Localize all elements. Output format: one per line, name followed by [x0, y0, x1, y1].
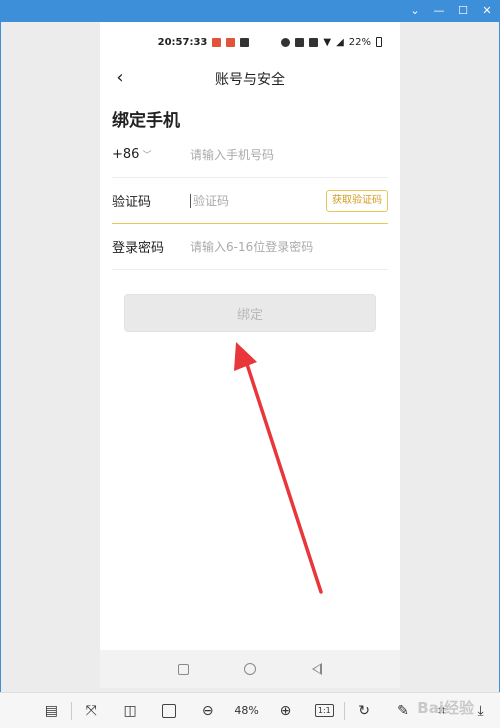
bind-button[interactable]: 绑定 [124, 294, 376, 332]
rotate-button[interactable]: ↻ [345, 696, 384, 726]
fullscreen-button[interactable] [150, 696, 189, 726]
chevron-left-icon[interactable]: ‹ [110, 68, 130, 88]
signal-icon: ◢ [336, 36, 344, 48]
actual-size-button[interactable]: 1:1 [305, 696, 344, 726]
layout-button[interactable]: ▤ [32, 696, 71, 726]
image-icon [240, 37, 250, 47]
recent-apps-icon[interactable] [177, 663, 189, 675]
back-triangle-icon[interactable] [312, 663, 323, 675]
chevron-down-icon[interactable]: ⌄ [408, 0, 422, 22]
page-title: 账号与安全 [215, 72, 285, 88]
status-time: 20:57:33 [157, 36, 208, 48]
watermark: Bai经验 [417, 699, 474, 717]
viewer-toolbar: ▤ ⤧ ◫ ⊖ 48% ⊕ 1:1 ↻ ✎ ⌗ ⤓ Bai经验 [0, 692, 500, 728]
get-code-button[interactable]: 获取验证码 [326, 190, 388, 212]
nfc-icon [295, 37, 305, 47]
phone-row: +86 ﹀ [112, 132, 388, 178]
app-notification-icon [226, 37, 236, 47]
app-header: ‹ 账号与安全 [100, 62, 400, 96]
code-label: 验证码 [112, 195, 152, 210]
home-icon[interactable] [244, 663, 257, 675]
rotate-icon: ↻ [358, 702, 370, 719]
phone-screen: 20:57:33 ▼ ◢ 22% ‹ 账号与安全 绑定手机 +86 ﹀ 验证码 … [100, 22, 400, 688]
zoom-out-icon: ⊖ [201, 702, 214, 719]
window-controls: ⌄ — ☐ ✕ [408, 0, 494, 22]
section-title: 绑定手机 [112, 111, 180, 131]
fullscreen-icon [161, 703, 176, 718]
zoom-out-button[interactable]: ⊖ [188, 696, 227, 726]
battery-icon [376, 37, 382, 47]
country-code: +86 [112, 147, 140, 162]
password-label: 登录密码 [112, 241, 165, 256]
window-title-bar: ⌄ — ☐ ✕ [0, 0, 500, 22]
maximize-icon[interactable]: ☐ [456, 0, 470, 22]
country-code-select[interactable]: +86 ﹀ [112, 147, 190, 162]
zoom-in-icon: ⊕ [279, 702, 292, 719]
phone-input[interactable] [190, 147, 388, 162]
download-icon: ⤓ [477, 702, 484, 719]
vibrate-icon [309, 37, 319, 47]
status-bar: 20:57:33 ▼ ◢ 22% [100, 22, 400, 62]
password-row: 登录密码 [112, 224, 388, 270]
layout-icon: ▤ [44, 702, 59, 719]
chevron-down-icon: ﹀ [142, 151, 152, 161]
password-input[interactable] [190, 239, 388, 254]
close-icon[interactable]: ✕ [480, 0, 494, 22]
zoom-level: 48% [234, 704, 259, 717]
notification-icon [212, 37, 222, 47]
code-row: 验证码 获取验证码 [112, 178, 388, 224]
battery-level: 22% [348, 36, 371, 48]
minimize-icon[interactable]: — [432, 0, 446, 22]
alarm-icon [281, 37, 291, 47]
fit-icon: ⤧ [85, 702, 97, 719]
fit-button[interactable]: ⤧ [72, 696, 111, 726]
wifi-icon: ▼ [323, 36, 332, 48]
actual-size-icon: 1:1 [314, 704, 334, 717]
compare-icon: ◫ [123, 702, 137, 719]
system-nav-bar [100, 650, 400, 688]
compare-button[interactable]: ◫ [111, 696, 150, 726]
zoom-in-button[interactable]: ⊕ [266, 696, 305, 726]
edit-icon: ✎ [397, 702, 409, 719]
